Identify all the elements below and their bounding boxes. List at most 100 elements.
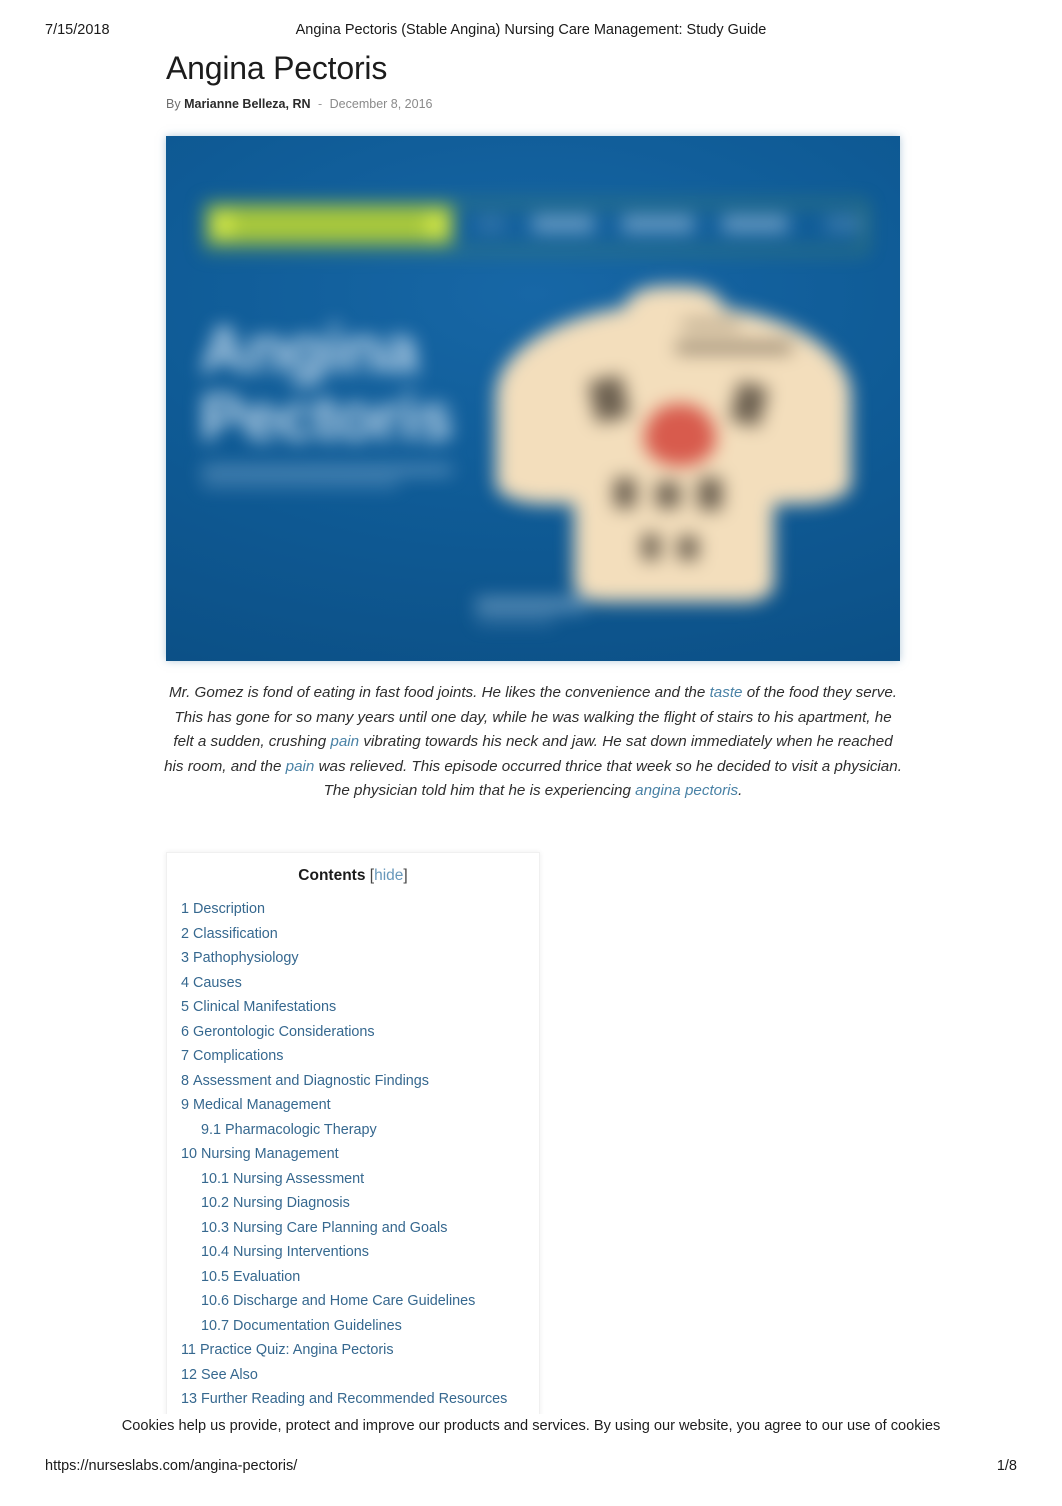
toc-item-number: 10.7 <box>201 1317 230 1334</box>
page-title: Angina Pectoris <box>166 50 388 86</box>
cookie-notice-text: Cookies help us provide, protect and imp… <box>121 1418 941 1434</box>
poster-nav-item-4 <box>826 216 862 232</box>
toc-item-number: 5 <box>181 999 190 1015</box>
toc-item-label: Assessment and Diagnostic Findings <box>193 1072 429 1089</box>
toc-link-10-2[interactable]: 10.2 Nursing Diagnosis <box>201 1195 350 1211</box>
toc-item[interactable]: 10 Nursing Management <box>181 1142 539 1167</box>
poster-nav-item-1 <box>532 216 594 232</box>
print-footer: https://nurseslabs.com/angina-pectoris/ … <box>0 1458 1062 1480</box>
toc-item-number: 2 <box>181 925 190 942</box>
toc-link-4[interactable]: 4 Causes <box>181 975 242 991</box>
toc-link-10-3[interactable]: 10.3 Nursing Care Planning and Goals <box>201 1220 447 1236</box>
toc-item-number: 10.1 <box>201 1170 230 1187</box>
toc-item-label: See Also <box>201 1366 258 1383</box>
toc-link-10-6[interactable]: 10.6 Discharge and Home Care Guidelines <box>201 1293 475 1309</box>
toc-hide-toggle[interactable]: hide <box>374 867 403 884</box>
toc-item-label: Nursing Diagnosis <box>233 1195 350 1211</box>
toc-item[interactable]: 6 Gerontologic Considerations <box>181 1020 539 1045</box>
toc-item[interactable]: 5 Clinical Manifestations <box>181 995 539 1020</box>
toc-link-6[interactable]: 6 Gerontologic Considerations <box>181 1024 375 1040</box>
toc-item-label: Clinical Manifestations <box>193 999 337 1015</box>
toc-item[interactable]: 10.2 Nursing Diagnosis <box>181 1191 539 1216</box>
toc-link-10-7[interactable]: 10.7 Documentation Guidelines <box>201 1318 402 1334</box>
poster-title-line1: Angina <box>200 312 419 386</box>
toc-bracket-close: ] <box>403 867 408 884</box>
toc-item-number: 10.2 <box>201 1195 230 1211</box>
toc-item[interactable]: 10.5 Evaluation <box>181 1265 539 1290</box>
toc-link-12[interactable]: 12 See Also <box>181 1367 258 1383</box>
toc-link-10[interactable]: 10 Nursing Management <box>181 1146 339 1162</box>
toc-link-10-5[interactable]: 10.5 Evaluation <box>201 1269 300 1285</box>
toc-link-1[interactable]: 1 Description <box>181 901 265 917</box>
toc-item-number: 9.1 <box>201 1121 222 1138</box>
toc-link-13[interactable]: 13 Further Reading and Recommended Resour… <box>181 1391 507 1407</box>
toc-title: Contents <box>298 867 366 884</box>
toc-link-2[interactable]: 2 Classification <box>181 926 278 942</box>
toc-item-number: 4 <box>181 974 190 991</box>
toc-item[interactable]: 9.1 Pharmacologic Therapy <box>181 1118 539 1143</box>
print-header: 7/15/2018 Angina Pectoris (Stable Angina… <box>0 22 1062 42</box>
toc-link-11[interactable]: 11 Practice Quiz: Angina Pectoris <box>181 1342 394 1358</box>
byline: By Marianne Belleza, RN - December 8, 20… <box>166 97 906 111</box>
toc-link-3[interactable]: 3 Pathophysiology <box>181 950 299 966</box>
toc-item[interactable]: 11 Practice Quiz: Angina Pectoris <box>181 1338 539 1363</box>
toc-item[interactable]: 7 Complications <box>181 1044 539 1069</box>
toc-item-label: Classification <box>193 925 278 942</box>
toc-item-number: 13 <box>181 1391 198 1407</box>
toc-item-label: Pharmacologic Therapy <box>225 1121 377 1138</box>
intro-link-3[interactable]: pain <box>330 733 359 750</box>
toc-item-label: Pathophysiology <box>193 950 299 966</box>
toc-item-number: 12 <box>181 1366 198 1383</box>
toc-item-number: 3 <box>181 950 190 966</box>
heart-icon <box>644 404 716 466</box>
toc-item[interactable]: 2 Classification <box>181 922 539 947</box>
toc-item[interactable]: 9 Medical Management <box>181 1093 539 1118</box>
toc-item-number: 10 <box>181 1146 198 1162</box>
toc-item[interactable]: 10.6 Discharge and Home Care Guidelines <box>181 1289 539 1314</box>
toc-item[interactable]: 3 Pathophysiology <box>181 946 539 971</box>
toc-item[interactable]: 8 Assessment and Diagnostic Findings <box>181 1069 539 1094</box>
toc-item[interactable]: 13 Further Reading and Recommended Resour… <box>181 1387 539 1412</box>
poster-nav-item-3 <box>722 216 788 232</box>
cookie-notice: Cookies help us provide, protect and imp… <box>0 1414 1062 1438</box>
intro-link-1[interactable]: taste <box>710 684 743 701</box>
toc-item-label: Discharge and Home Care Guidelines <box>233 1293 476 1309</box>
byline-date: December 8, 2016 <box>329 97 433 111</box>
byline-by-word: By <box>166 97 181 111</box>
toc-item-label: Practice Quiz: Angina Pectoris <box>199 1342 394 1358</box>
toc-item[interactable]: 4 Causes <box>181 971 539 996</box>
byline-author[interactable]: Marianne Belleza, RN <box>184 97 310 111</box>
toc-link-5[interactable]: 5 Clinical Manifestations <box>181 999 336 1015</box>
toc-item[interactable]: 10.1 Nursing Assessment <box>181 1167 539 1192</box>
toc-link-9[interactable]: 9 Medical Management <box>181 1097 331 1113</box>
toc-item-number: 10.6 <box>201 1293 230 1309</box>
toc-item-label: Causes <box>193 974 242 991</box>
toc-item-label: Nursing Interventions <box>233 1244 369 1260</box>
toc-item[interactable]: 10.7 Documentation Guidelines <box>181 1314 539 1339</box>
toc-item-label: Description <box>193 901 265 917</box>
featured-image-content: Angina Pectoris <box>166 136 900 661</box>
intro-link-7[interactable]: angina pectoris <box>635 782 738 799</box>
toc-item-number: 10.5 <box>201 1268 230 1285</box>
toc-item-label: Nursing Care Planning and Goals <box>233 1219 448 1236</box>
print-footer-url: https://nurseslabs.com/angina-pectoris/ <box>45 1458 298 1474</box>
toc-link-8[interactable]: 8 Assessment and Diagnostic Findings <box>181 1073 429 1089</box>
anatomy-label-secondary <box>682 320 740 329</box>
toc-item[interactable]: 10.4 Nursing Interventions <box>181 1240 539 1265</box>
anatomy-mark-3 <box>614 478 636 508</box>
toc-item[interactable]: 1 Description <box>181 897 539 922</box>
toc-item[interactable]: 12 See Also <box>181 1363 539 1388</box>
toc-link-9-1[interactable]: 9.1 Pharmacologic Therapy <box>201 1122 377 1138</box>
intro-text-6: was relieved. This episode occurred thri… <box>314 757 902 800</box>
intro-link-5[interactable]: pain <box>286 758 315 775</box>
toc-link-7[interactable]: 7 Complications <box>181 1048 283 1064</box>
toc-list: 1 Description 2 Classification 3 Pathophysiol… <box>167 897 539 1412</box>
toc-item-label: Nursing Management <box>201 1146 339 1162</box>
toc-item-number: 11 <box>181 1342 196 1358</box>
poster-brand-block <box>208 206 453 244</box>
toc-link-10-4[interactable]: 10.4 Nursing Interventions <box>201 1244 369 1260</box>
anatomy-illustration <box>496 286 851 616</box>
toc-link-10-1[interactable]: 10.1 Nursing Assessment <box>201 1171 364 1187</box>
toc-item[interactable]: 10.3 Nursing Care Planning and Goals <box>181 1216 539 1241</box>
toc-item-number: 10.3 <box>201 1219 230 1236</box>
